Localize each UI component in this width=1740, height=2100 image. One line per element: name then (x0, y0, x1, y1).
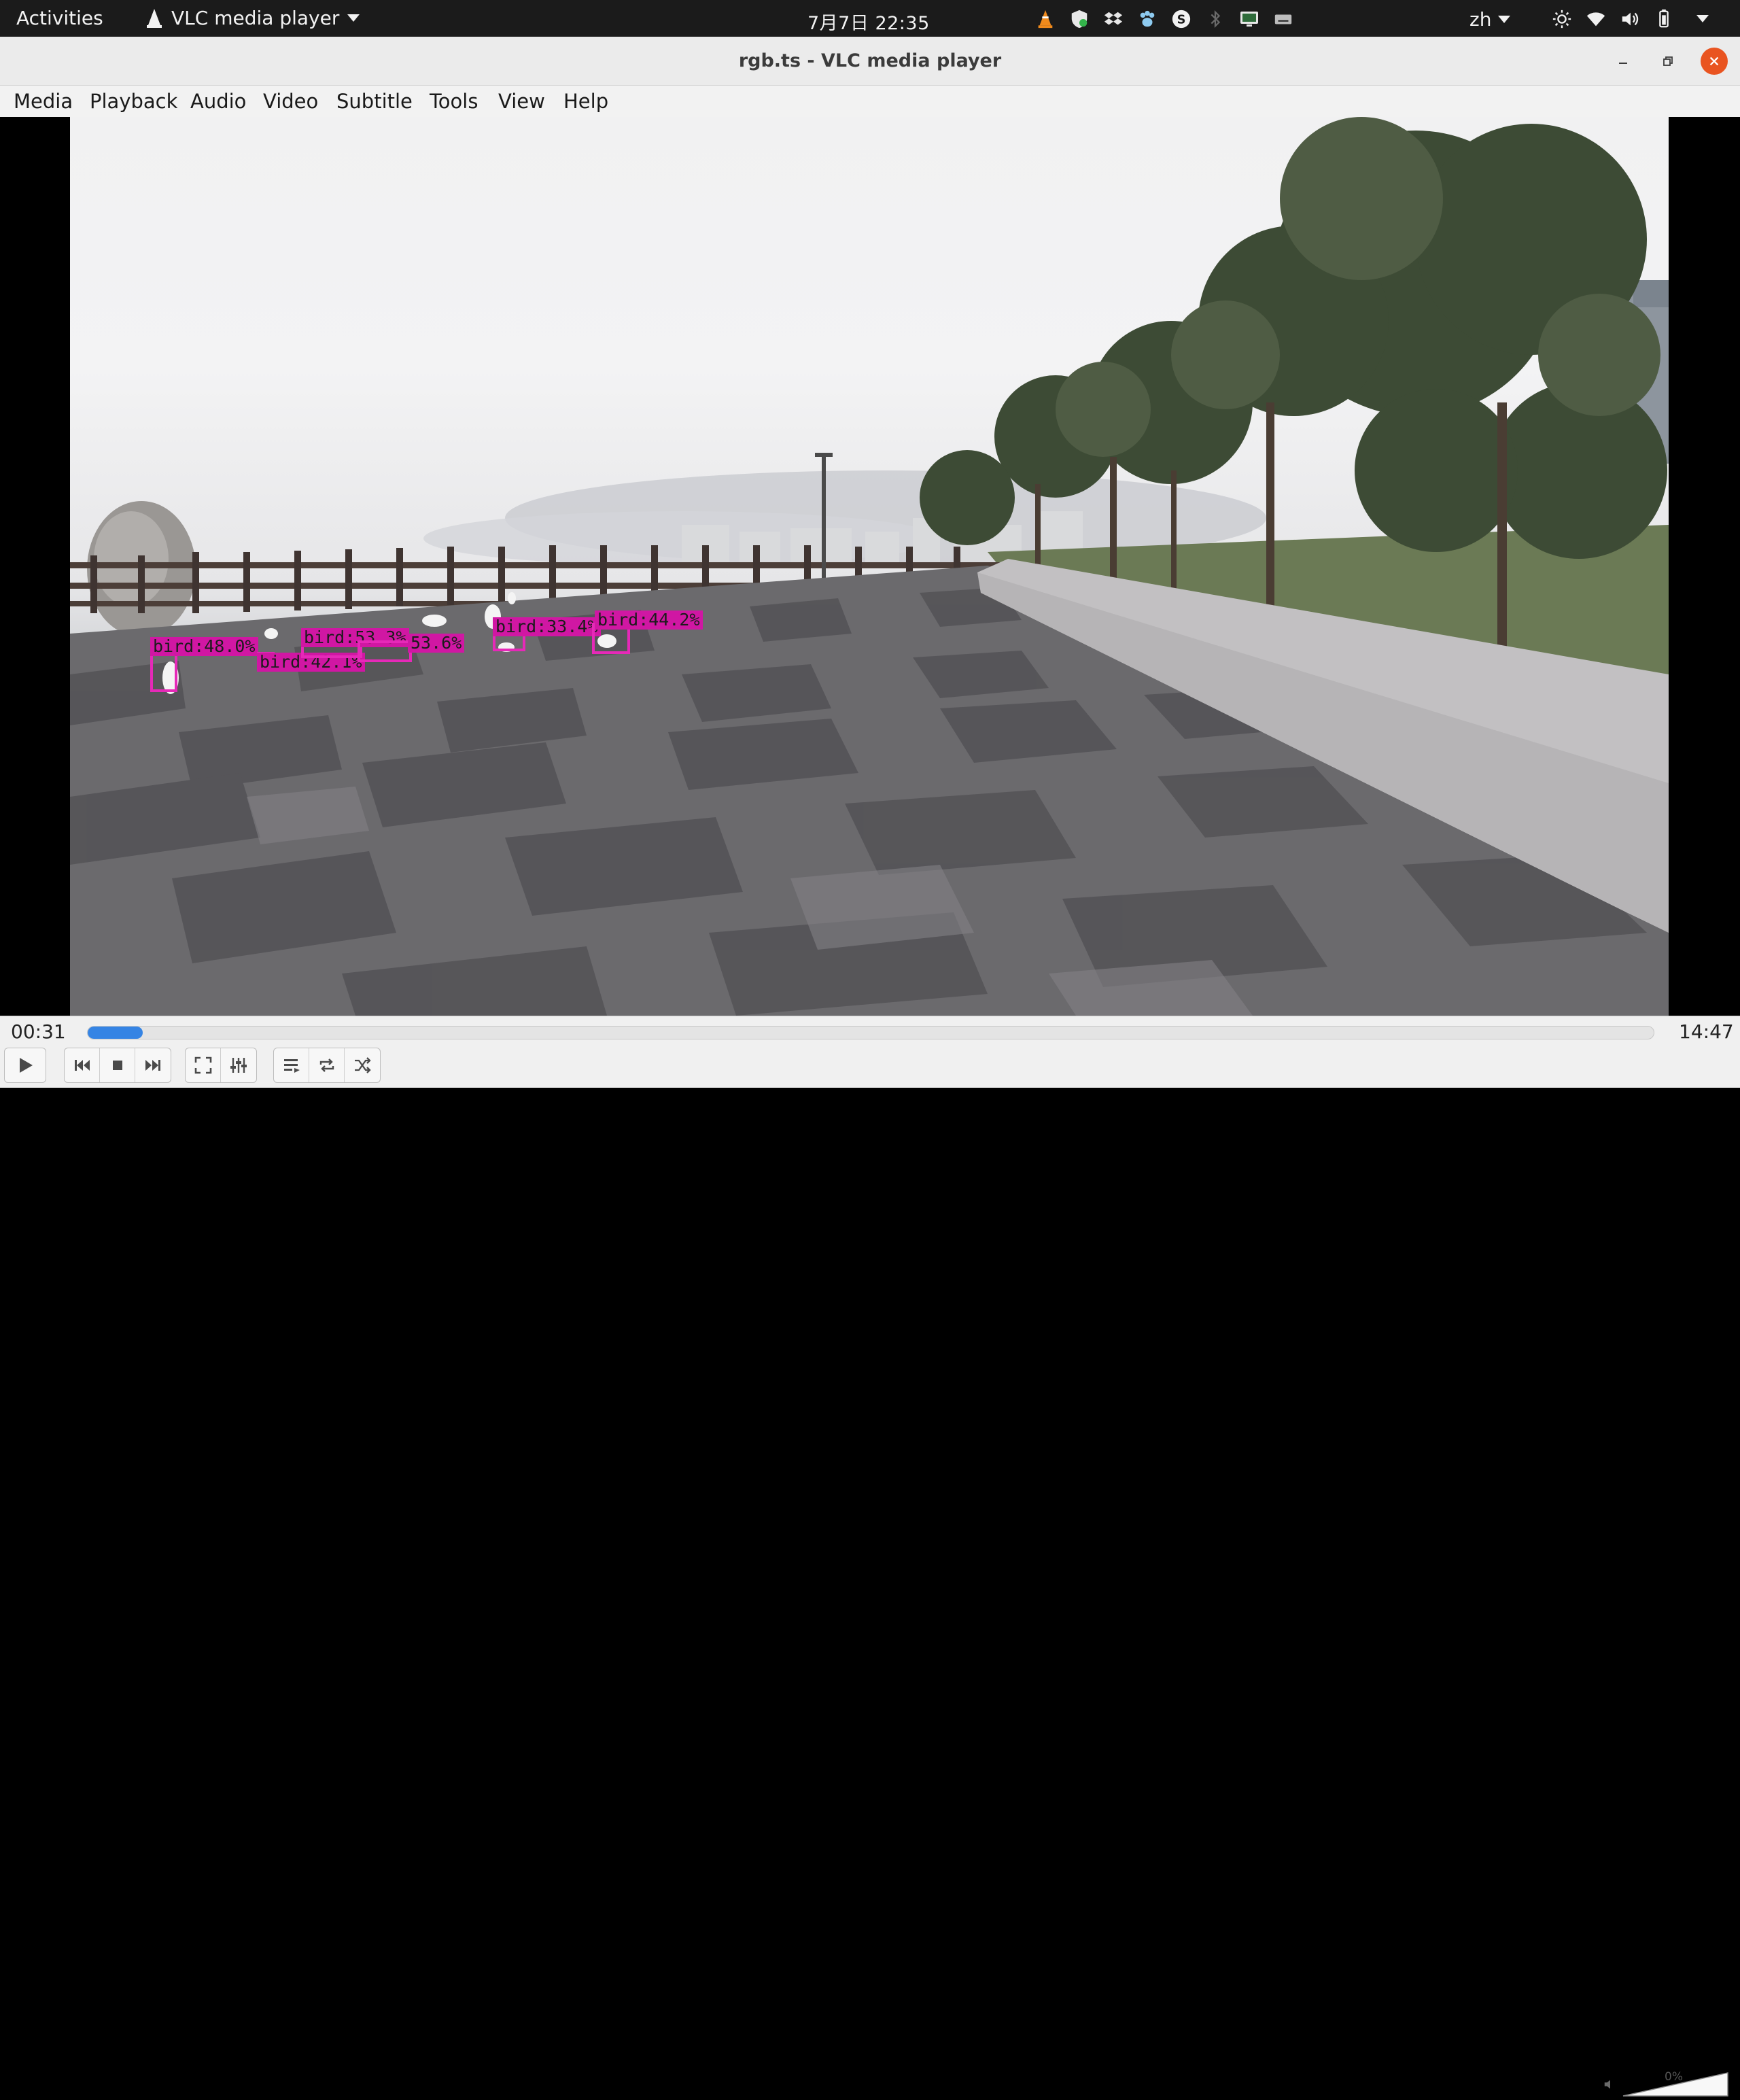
wifi-icon[interactable] (1585, 8, 1607, 30)
shield-icon[interactable] (1068, 8, 1090, 30)
playlist-button[interactable] (274, 1048, 309, 1082)
next-button[interactable] (135, 1048, 171, 1082)
loop-button[interactable] (309, 1048, 345, 1082)
restore-icon (1663, 56, 1673, 66)
close-button[interactable] (1701, 48, 1728, 75)
app-menu[interactable]: VLC media player (145, 7, 360, 29)
skype-icon[interactable]: S (1170, 8, 1192, 30)
video-frame[interactable]: bird:48.0% bird:42.1% bird:53.3% 53.6% b… (70, 117, 1669, 1016)
window-title: rgb.ts - VLC media player (738, 50, 1002, 71)
equalizer-icon (230, 1058, 247, 1073)
close-icon (1709, 56, 1719, 66)
playlist-icon (283, 1059, 300, 1073)
system-menu-chevron-icon[interactable] (1696, 15, 1709, 22)
shuffle-icon (355, 1057, 371, 1073)
clock[interactable]: 7月7日 22:35 (807, 8, 930, 35)
system-top-bar: Activities VLC media player 7月7日 22:35 S (0, 0, 1740, 37)
skip-forward-icon (145, 1060, 160, 1071)
svg-text:S: S (1177, 13, 1186, 27)
player-controls: 00:31 14:47 0% (0, 1016, 1740, 2097)
menu-tools[interactable]: Tools (430, 90, 478, 113)
chevron-down-icon (347, 14, 360, 22)
mute-icon[interactable] (1603, 2077, 1618, 2092)
dropbox-icon[interactable] (1102, 8, 1124, 30)
detection-label: 53.6% (408, 634, 465, 653)
detection-label: bird:48.0% (150, 637, 258, 656)
seek-bar[interactable] (87, 1026, 1654, 1039)
menu-playback[interactable]: Playback (90, 90, 177, 113)
play-button[interactable] (4, 1048, 46, 1083)
battery-icon[interactable] (1653, 8, 1675, 30)
video-area[interactable]: bird:48.0% bird:42.1% bird:53.3% 53.6% b… (0, 117, 1740, 1016)
playlist-group (273, 1048, 381, 1083)
menu-video[interactable]: Video (263, 90, 318, 113)
detection-label: bird:44.2% (595, 610, 703, 630)
volume-control[interactable]: 0% (1603, 2067, 1732, 2100)
detection-box (358, 640, 412, 662)
transport-group (64, 1048, 171, 1083)
menu-bar: Media Playback Audio Video Subtitle Tool… (0, 86, 1740, 117)
stop-icon (112, 1061, 122, 1070)
fullscreen-icon (194, 1056, 211, 1074)
brightness-icon[interactable] (1551, 8, 1573, 30)
skip-back-icon (74, 1060, 90, 1071)
seek-progress (88, 1027, 143, 1039)
activities-button[interactable]: Activities (16, 7, 103, 29)
restore-button[interactable] (1654, 48, 1682, 75)
bluetooth-icon[interactable] (1204, 8, 1226, 30)
chevron-down-icon (1498, 16, 1511, 23)
detection-label: bird:33.4% (493, 617, 601, 636)
previous-button[interactable] (65, 1048, 100, 1082)
menu-audio[interactable]: Audio (190, 90, 246, 113)
play-icon (20, 1058, 33, 1073)
window-titlebar[interactable]: rgb.ts - VLC media player (0, 37, 1740, 86)
extended-settings-button[interactable] (221, 1048, 256, 1082)
vlc-tray-icon[interactable] (1034, 8, 1056, 30)
video-scene (70, 117, 1669, 1016)
app-menu-label: VLC media player (171, 7, 340, 29)
menu-view[interactable]: View (498, 90, 545, 113)
stop-button[interactable] (100, 1048, 135, 1082)
loop-icon (319, 1058, 334, 1072)
vlc-cone-icon (147, 8, 162, 28)
view-group (185, 1048, 257, 1083)
volume-slider[interactable] (1622, 2070, 1730, 2097)
menu-help[interactable]: Help (563, 90, 608, 113)
minimize-button[interactable] (1610, 48, 1637, 75)
system-tray: S zh (1026, 0, 1740, 37)
menu-subtitle[interactable]: Subtitle (336, 90, 413, 113)
minimize-icon (1619, 63, 1627, 64)
shuffle-button[interactable] (345, 1048, 380, 1082)
volume-icon[interactable] (1619, 8, 1641, 30)
elapsed-time[interactable]: 00:31 (11, 1020, 66, 1043)
paw-icon[interactable] (1136, 8, 1158, 30)
fullscreen-button[interactable] (186, 1048, 221, 1082)
keyboard-icon[interactable] (1272, 8, 1294, 30)
menu-media[interactable]: Media (14, 90, 73, 113)
language-menu[interactable]: zh (1469, 8, 1511, 31)
language-label: zh (1469, 8, 1492, 31)
total-time[interactable]: 14:47 (1679, 1020, 1734, 1043)
screen-icon[interactable] (1238, 8, 1260, 30)
